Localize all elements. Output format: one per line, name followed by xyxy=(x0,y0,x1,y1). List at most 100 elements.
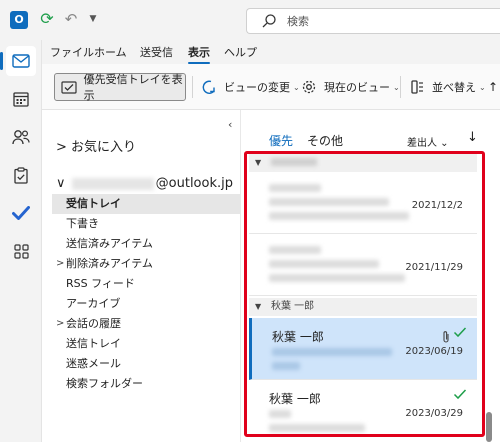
redacted-preview xyxy=(269,212,409,220)
redacted-preview xyxy=(269,424,365,432)
folder-sent-items[interactable]: 送信済みアイテム xyxy=(52,234,240,254)
title-bar: O ⟳ ↶ ▼ xyxy=(0,0,500,40)
gear-icon xyxy=(300,78,318,96)
folder-conversation-history[interactable]: > 会話の履歴 xyxy=(52,314,240,334)
message-date: 2023/03/29 xyxy=(405,408,463,419)
search-icon xyxy=(262,14,276,28)
folder-archive[interactable]: アーカイブ xyxy=(52,294,240,314)
folder-label: 迷惑メール xyxy=(66,357,121,370)
scrollbar-thumb[interactable] xyxy=(486,412,492,442)
tasks-clipboard-icon[interactable] xyxy=(6,160,36,190)
message-sender: 秋葉 一郎 xyxy=(269,392,321,406)
todo-check-icon[interactable] xyxy=(6,198,36,228)
redacted-preview xyxy=(272,362,300,370)
current-view-button[interactable]: 現在のビュー ⌄ xyxy=(300,73,400,101)
attachment-icon xyxy=(443,331,449,343)
undo-icon[interactable]: ↶ xyxy=(62,10,80,28)
tab-home[interactable]: ホーム xyxy=(94,44,127,60)
redacted-subject xyxy=(269,198,389,206)
folder-label: 削除済みアイテム xyxy=(66,257,153,270)
app-rail xyxy=(0,40,42,442)
change-view-button[interactable]: ビューの変更 ⌄ xyxy=(200,73,300,101)
ribbon-scroll-icon[interactable]: ↑ xyxy=(488,73,498,101)
arrange-by-label: 並べ替え xyxy=(432,81,476,94)
send-receive-icon[interactable]: ⟳ xyxy=(38,10,56,28)
message-row[interactable]: 2021/11/29 xyxy=(249,234,477,296)
redacted-subject xyxy=(269,410,291,418)
focused-inbox-icon xyxy=(61,78,78,96)
chevron-down-icon: ⌄ xyxy=(293,82,300,92)
arrange-icon xyxy=(408,78,426,96)
folder-deleted-items[interactable]: > 削除済みアイテム xyxy=(52,254,240,274)
account-domain: @outlook.jp xyxy=(155,176,233,191)
read-check-icon xyxy=(453,327,467,338)
favorites-label: お気に入り xyxy=(71,140,137,155)
message-row[interactable]: 秋葉 一郎 2023/03/29 xyxy=(249,380,477,442)
outlook-app-icon: O xyxy=(10,11,28,29)
folder-label: 下書き xyxy=(66,217,99,230)
message-date: 2021/12/2 xyxy=(411,200,463,211)
tab-other[interactable]: その他 xyxy=(307,132,343,149)
tab-help[interactable]: ヘルプ xyxy=(224,44,257,60)
sort-by-sender-button[interactable]: 差出人 ⌄ xyxy=(407,134,449,149)
calendar-icon[interactable] xyxy=(6,84,36,114)
ribbon-tab-bar: ファイル ホーム 送受信 表示 ヘルプ xyxy=(42,40,500,64)
ribbon-separator xyxy=(400,76,401,98)
quick-access-more-icon[interactable]: ▼ xyxy=(86,10,100,28)
tab-send-receive[interactable]: 送受信 xyxy=(140,44,173,60)
folder-outbox[interactable]: 送信トレイ xyxy=(52,334,240,354)
redacted-group-name xyxy=(271,158,317,166)
account-header[interactable]: ∨ @outlook.jp xyxy=(56,176,233,191)
message-row-selected[interactable]: 秋葉 一郎 2023/06/19 xyxy=(249,318,477,380)
chevron-down-icon: ⌄ xyxy=(393,82,400,92)
group-sender-label: 秋葉 一郎 xyxy=(271,301,315,312)
current-view-label: 現在のビュー xyxy=(324,81,390,94)
mail-icon[interactable] xyxy=(0,46,36,76)
message-sender: 秋葉 一郎 xyxy=(272,330,324,344)
chevron-down-icon: ⌄ xyxy=(479,82,486,92)
redacted-subject xyxy=(269,260,379,268)
tab-file[interactable]: ファイル xyxy=(50,44,94,60)
change-view-icon xyxy=(200,78,218,96)
show-focused-inbox-button[interactable]: 優先受信トレイを表示 xyxy=(54,73,186,102)
message-date: 2023/06/19 xyxy=(405,346,463,357)
favorites-header[interactable]: > お気に入り xyxy=(56,136,136,155)
ribbon-toolbar: 優先受信トレイを表示 ビューの変更 ⌄ 現在のビュー ⌄ 並べ替え ⌄ ↑ xyxy=(42,64,500,110)
tab-view[interactable]: 表示 xyxy=(188,44,210,64)
collapse-pane-icon[interactable]: ‹ xyxy=(228,118,232,131)
folder-junk-email[interactable]: 迷惑メール xyxy=(52,354,240,374)
show-focused-inbox-label: 優先受信トレイを表示 xyxy=(83,73,183,102)
redacted-account-name xyxy=(71,177,154,190)
message-row[interactable]: 2021/12/2 xyxy=(249,172,477,234)
people-icon[interactable] xyxy=(6,122,36,152)
folder-drafts[interactable]: 下書き xyxy=(52,214,240,234)
apps-icon[interactable] xyxy=(6,236,36,266)
folder-rss-feeds[interactable]: RSS フィード xyxy=(52,274,240,294)
folder-label: RSS フィード xyxy=(66,277,135,290)
search-input[interactable] xyxy=(287,12,487,30)
redacted-preview xyxy=(269,274,405,282)
folder-label: 会話の履歴 xyxy=(66,317,121,330)
folder-search-folders[interactable]: 検索フォルダー xyxy=(52,374,240,394)
sort-direction-icon[interactable]: ↓ xyxy=(467,130,478,145)
sort-label: 差出人 xyxy=(407,138,437,149)
chevron-right-icon[interactable]: > xyxy=(56,254,64,274)
group-header[interactable]: ▼ 秋葉 一郎 xyxy=(249,298,477,316)
folder-label: 送信トレイ xyxy=(66,337,121,350)
group-header[interactable]: ▼ xyxy=(249,154,477,172)
chevron-down-icon: ∨ xyxy=(56,176,70,191)
redacted-subject xyxy=(272,348,392,356)
chevron-right-icon[interactable]: > xyxy=(56,314,64,334)
change-view-label: ビューの変更 xyxy=(224,81,290,94)
search-box[interactable] xyxy=(246,8,500,34)
read-check-icon xyxy=(453,389,467,400)
folder-inbox[interactable]: 受信トレイ xyxy=(52,194,240,214)
message-date: 2021/11/29 xyxy=(405,262,463,273)
redacted-sender xyxy=(269,184,321,192)
folder-label: アーカイブ xyxy=(66,297,121,310)
folder-label: 検索フォルダー xyxy=(66,377,143,390)
tab-focused[interactable]: 優先 xyxy=(269,132,294,154)
folder-label: 送信済みアイテム xyxy=(66,237,153,250)
folder-pane: ‹ > お気に入り ∨ @outlook.jp 受信トレイ 下書き 送信済みアイ… xyxy=(42,110,240,442)
arrange-by-button[interactable]: 並べ替え ⌄ xyxy=(408,73,486,101)
